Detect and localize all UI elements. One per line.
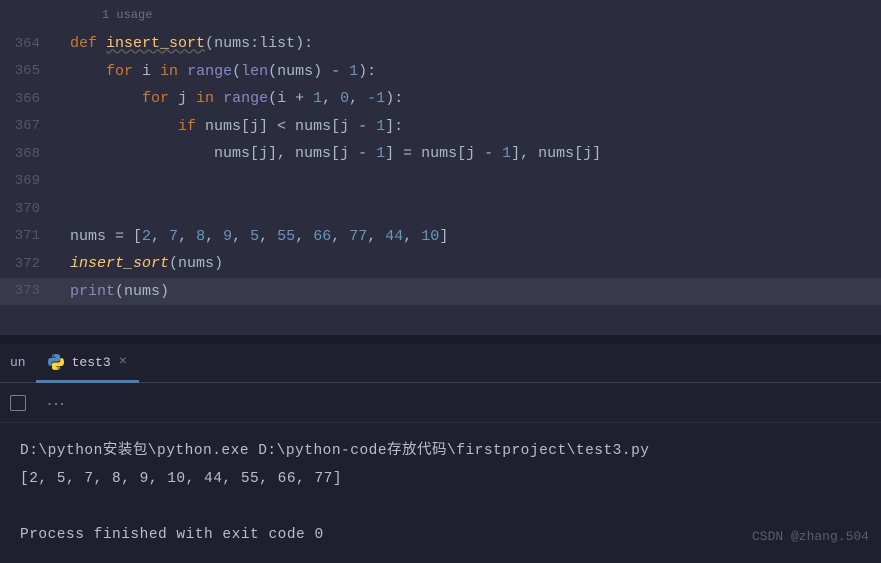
run-label: un (0, 355, 36, 370)
code-line[interactable]: 368 nums[j], nums[j - 1] = nums[j - 1], … (0, 140, 881, 168)
run-tool-window: un test3 × ⋮ D:\python安装包\python.exe D:\… (0, 343, 881, 554)
line-number: 364 (0, 36, 70, 52)
console-line: Process finished with exit code 0 (20, 521, 861, 549)
panel-divider[interactable] (0, 335, 881, 343)
code-content[interactable]: nums = [2, 7, 8, 9, 5, 55, 66, 77, 44, 1… (70, 228, 448, 245)
run-tab-test3[interactable]: test3 × (36, 344, 139, 383)
code-editor[interactable]: 1 usage 364def insert_sort(nums:list):36… (0, 0, 881, 335)
code-content[interactable]: def insert_sort(nums:list): (70, 35, 313, 52)
code-content[interactable]: nums[j], nums[j - 1] = nums[j - 1], nums… (70, 145, 601, 162)
line-number: 365 (0, 63, 70, 79)
more-icon[interactable]: ⋮ (45, 395, 63, 411)
code-line[interactable]: 364def insert_sort(nums:list): (0, 30, 881, 58)
line-number: 369 (0, 173, 70, 189)
code-lines-container: 364def insert_sort(nums:list):365 for i … (0, 0, 881, 305)
line-number: 367 (0, 118, 70, 134)
console-line (20, 493, 861, 521)
code-line[interactable]: 373print(nums) (0, 278, 881, 306)
code-line[interactable]: 369 (0, 168, 881, 196)
code-line[interactable]: 366 for j in range(i + 1, 0, -1): (0, 85, 881, 113)
python-icon (48, 354, 64, 370)
watermark: CSDN @zhang.504 (752, 529, 869, 544)
code-line[interactable]: 370 (0, 195, 881, 223)
code-content[interactable]: if nums[j] < nums[j - 1]: (70, 118, 403, 135)
line-number: 368 (0, 146, 70, 162)
line-number: 366 (0, 91, 70, 107)
line-number: 372 (0, 256, 70, 272)
line-number: 371 (0, 228, 70, 244)
code-content[interactable]: print(nums) (70, 283, 169, 300)
console-line: D:\python安装包\python.exe D:\python-code存放… (20, 437, 861, 465)
run-toolbar: ⋮ (0, 383, 881, 423)
line-number: 370 (0, 201, 70, 217)
code-line[interactable]: 367 if nums[j] < nums[j - 1]: (0, 113, 881, 141)
code-line[interactable]: 372insert_sort(nums) (0, 250, 881, 278)
tab-name-label: test3 (72, 355, 111, 370)
line-number: 373 (0, 283, 70, 299)
close-icon[interactable]: × (119, 354, 127, 370)
usage-hint: 1 usage (102, 8, 152, 22)
code-content[interactable]: insert_sort(nums) (70, 255, 223, 272)
code-line[interactable]: 371nums = [2, 7, 8, 9, 5, 55, 66, 77, 44… (0, 223, 881, 251)
code-content[interactable]: for i in range(len(nums) - 1): (70, 63, 376, 80)
code-content[interactable]: for j in range(i + 1, 0, -1): (70, 90, 403, 107)
stop-button[interactable] (10, 395, 26, 411)
console-line: [2, 5, 7, 8, 9, 10, 44, 55, 66, 77] (20, 465, 861, 493)
code-line[interactable]: 365 for i in range(len(nums) - 1): (0, 58, 881, 86)
run-tab-bar: un test3 × (0, 343, 881, 383)
console-output[interactable]: D:\python安装包\python.exe D:\python-code存放… (0, 423, 881, 563)
